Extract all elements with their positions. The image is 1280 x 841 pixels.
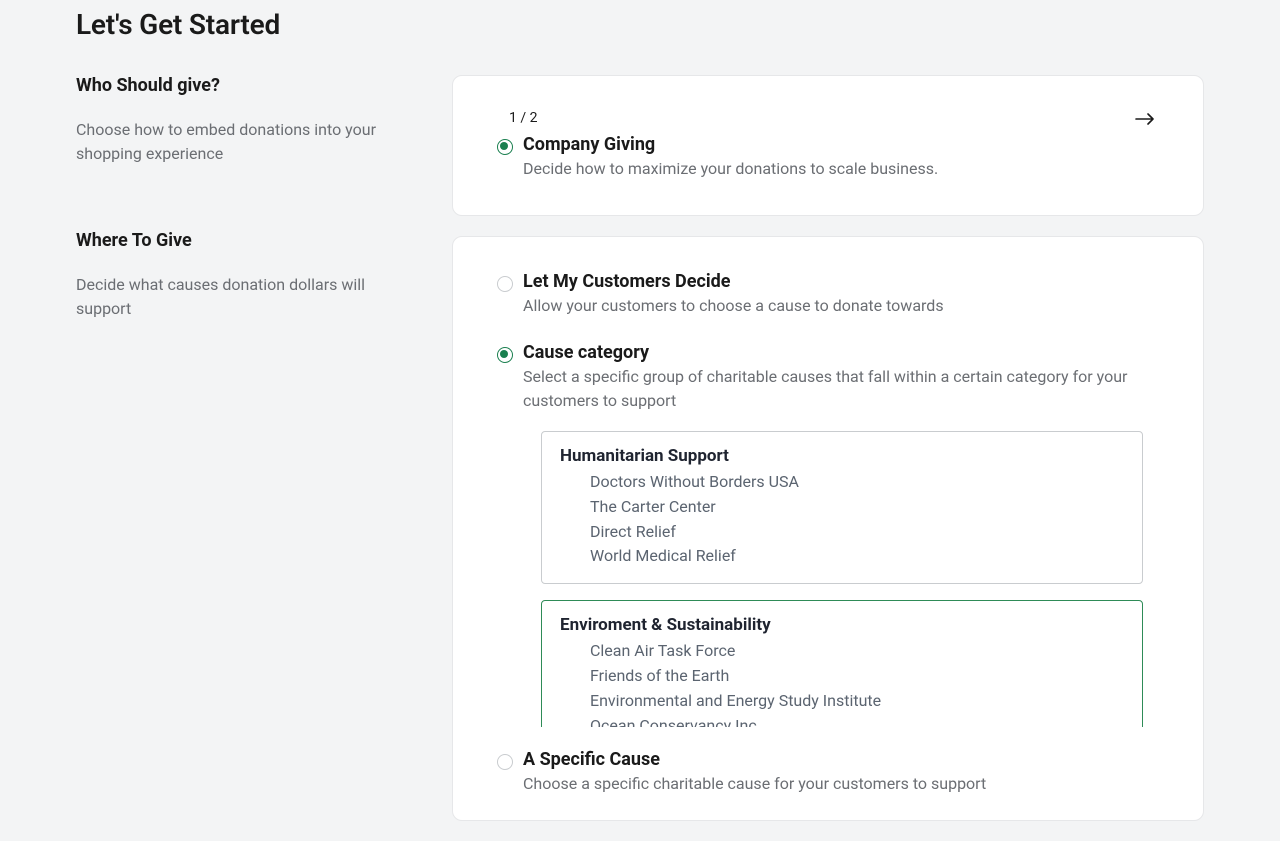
- specific-cause-title: A Specific Cause: [523, 749, 1147, 770]
- next-arrow-button[interactable]: [1135, 110, 1155, 129]
- category-title: Humanitarian Support: [560, 446, 1124, 466]
- who-desc: Choose how to embed donations into your …: [76, 118, 420, 166]
- category-humanitarian[interactable]: Humanitarian Support Doctors Without Bor…: [541, 431, 1143, 584]
- who-gives-card: 1 / 2 Company Giving Decide how to maxim…: [452, 75, 1204, 216]
- company-giving-desc: Decide how to maximize your donations to…: [523, 157, 1147, 181]
- let-customers-decide-title: Let My Customers Decide: [523, 271, 1147, 292]
- let-customers-decide-radio[interactable]: [497, 276, 513, 292]
- where-heading: Where To Give: [76, 230, 420, 251]
- category-item: World Medical Relief: [590, 544, 1124, 569]
- category-item: Friends of the Earth: [590, 664, 1124, 689]
- cause-category-desc: Select a specific group of charitable ca…: [523, 365, 1147, 413]
- where-to-give-section: Where To Give Decide what causes donatio…: [76, 230, 420, 321]
- category-environment[interactable]: Enviroment & Sustainability Clean Air Ta…: [541, 600, 1143, 727]
- arrow-right-icon: [1135, 113, 1155, 125]
- category-list[interactable]: Humanitarian Support Doctors Without Bor…: [541, 431, 1147, 727]
- category-item: The Carter Center: [590, 495, 1124, 520]
- category-title: Enviroment & Sustainability: [560, 615, 1124, 635]
- cause-category-radio[interactable]: [497, 347, 513, 363]
- where-desc: Decide what causes donation dollars will…: [76, 273, 420, 321]
- category-item: Doctors Without Borders USA: [590, 470, 1124, 495]
- specific-cause-radio[interactable]: [497, 754, 513, 770]
- company-giving-title: Company Giving: [523, 134, 1147, 155]
- category-item: Direct Relief: [590, 520, 1124, 545]
- company-giving-radio[interactable]: [497, 139, 513, 155]
- pager-text: 1 / 2: [509, 110, 1147, 126]
- category-item: Environmental and Energy Study Institute: [590, 689, 1124, 714]
- who-heading: Who Should give?: [76, 75, 420, 96]
- let-customers-decide-desc: Allow your customers to choose a cause t…: [523, 294, 1147, 318]
- cause-category-title: Cause category: [523, 342, 1147, 363]
- category-item: Ocean Conservancy Inc.: [590, 714, 1124, 727]
- who-should-give-section: Who Should give? Choose how to embed don…: [76, 75, 420, 230]
- where-to-give-card: Let My Customers Decide Allow your custo…: [452, 236, 1204, 821]
- page-title: Let's Get Started: [76, 8, 1204, 41]
- category-item: Clean Air Task Force: [590, 639, 1124, 664]
- specific-cause-desc: Choose a specific charitable cause for y…: [523, 772, 1147, 796]
